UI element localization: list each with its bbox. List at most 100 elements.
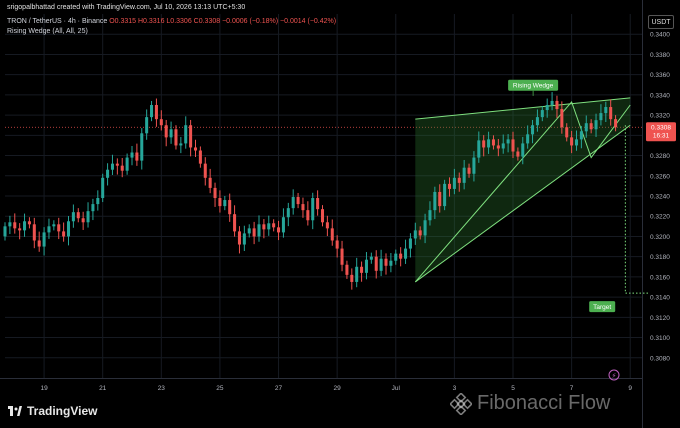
target-dotted-line	[624, 125, 650, 294]
candle-bullish	[404, 239, 408, 264]
candle-bearish	[27, 217, 31, 229]
candle-bullish	[184, 116, 188, 149]
candle-body	[3, 226, 7, 237]
candle-body	[482, 140, 486, 148]
candle-body	[408, 238, 412, 249]
candle-body	[101, 177, 105, 199]
candle-body	[574, 139, 579, 146]
candle-body	[477, 140, 481, 158]
candle-body	[330, 228, 334, 241]
watermark: Fibonacci Flow	[450, 392, 610, 415]
candle-bullish	[150, 100, 154, 122]
candle-bearish	[203, 157, 207, 186]
candle-bullish	[355, 257, 359, 288]
target-projection	[624, 125, 650, 294]
candle-body	[560, 109, 564, 128]
target-label: Target	[593, 304, 611, 311]
candle-body	[443, 183, 447, 207]
candle-body	[609, 107, 613, 120]
candle-bearish	[320, 205, 325, 227]
candle-body	[521, 143, 525, 157]
price-chart[interactable]: 0.3080 0.3100 0.3120 0.3140 0.3160 0.3180 0.32…	[0, 0, 680, 428]
candle-bullish	[223, 196, 227, 211]
candle-bearish	[262, 219, 266, 239]
candle-bearish	[272, 219, 276, 232]
candle-bullish	[3, 222, 7, 241]
candle-body	[540, 110, 544, 118]
candle-body	[472, 157, 476, 174]
candle-body	[52, 224, 56, 227]
candle-bearish	[325, 215, 329, 237]
time-tick-label: 21	[99, 385, 107, 392]
candle-body	[71, 212, 75, 222]
candle-body	[203, 163, 207, 178]
time-tick-label: 27	[275, 385, 283, 392]
candle-body	[42, 232, 46, 247]
time-axis[interactable]: 19 21 23 25 27 29 Jul 3 5 7 9	[40, 385, 632, 392]
candle-bearish	[252, 221, 256, 245]
candle-body	[164, 125, 168, 138]
candle-bearish	[193, 139, 198, 157]
candle-body	[174, 129, 178, 146]
candle-body	[8, 222, 12, 227]
tradingview-logo-icon	[8, 406, 22, 416]
candle-bullish	[291, 189, 295, 215]
candle-body	[62, 231, 66, 237]
candle-bullish	[23, 213, 27, 237]
candle-body	[76, 212, 80, 219]
price-tick-label: 0.3200	[650, 234, 670, 241]
candle-bearish	[360, 261, 364, 282]
candle-body	[496, 145, 500, 149]
price-tick-label: 0.3080	[650, 355, 670, 362]
candle-bullish	[130, 146, 134, 166]
candle-body	[316, 198, 320, 210]
candle-countdown: 16:31	[653, 133, 670, 140]
candle-body	[345, 264, 349, 275]
candle-body	[223, 200, 227, 207]
candle-bearish	[189, 119, 193, 157]
candle-body	[462, 167, 466, 183]
candle-bullish	[242, 225, 246, 252]
candle-body	[364, 259, 368, 273]
candle-bearish	[335, 235, 339, 258]
candle-bullish	[443, 179, 447, 211]
candle-body	[604, 107, 608, 114]
lightning-icon[interactable]: ⚡	[608, 369, 620, 381]
price-axis[interactable]: 0.3080 0.3100 0.3120 0.3140 0.3160 0.3180 0.32…	[646, 32, 676, 363]
candle-bearish	[213, 182, 217, 207]
candle-body	[526, 134, 530, 144]
symbol-name[interactable]: TRON / TetherUS · 4h · Binance	[7, 18, 107, 25]
candle-body	[511, 139, 515, 152]
candle-body	[428, 210, 432, 221]
time-tick-label: 7	[570, 385, 574, 392]
candle-bullish	[66, 216, 71, 246]
candle-body	[311, 198, 315, 221]
symbol-legend: TRON / TetherUS · 4h · Binance O0.3315 H…	[7, 18, 336, 25]
candle-body	[267, 223, 271, 230]
candle-body	[115, 163, 119, 166]
candle-body	[159, 119, 163, 126]
candle-body	[23, 221, 27, 231]
candle-bullish	[125, 153, 129, 175]
time-tick-label: Jul	[392, 385, 401, 392]
rising-wedge-pattern	[414, 97, 631, 283]
candle-body	[213, 187, 217, 199]
candle-body	[555, 100, 559, 110]
candle-bearish	[135, 143, 139, 166]
indicator-legend[interactable]: Rising Wedge (All, All, 25)	[7, 28, 88, 35]
candle-body	[389, 260, 393, 266]
candle-body	[296, 197, 300, 205]
candle-bearish	[57, 217, 61, 240]
candle-body	[218, 198, 222, 207]
candle-body	[57, 224, 61, 232]
candle-body	[96, 198, 100, 205]
chart-attribution: srigopalbhattad created with TradingView…	[7, 4, 246, 11]
candle-bearish	[228, 193, 232, 222]
candle-bearish	[174, 125, 178, 150]
ohlc-values: O0.3315 H0.3316 L0.3306 C0.3308 −0.0006 …	[109, 18, 337, 25]
tradingview-logo[interactable]: TradingView	[8, 404, 97, 418]
time-tick-label: 19	[40, 385, 48, 392]
candle-body	[301, 204, 305, 211]
currency-button[interactable]: USDT	[648, 15, 674, 29]
candle-body	[37, 240, 41, 247]
